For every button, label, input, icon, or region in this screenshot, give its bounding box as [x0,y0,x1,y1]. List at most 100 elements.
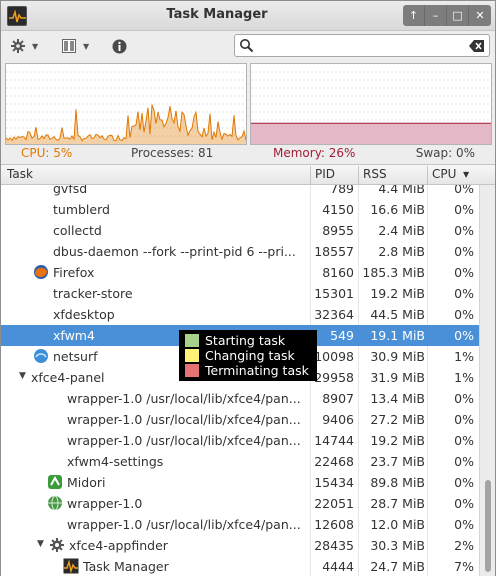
column-header-rss[interactable]: RSS [363,167,387,181]
expander-chevron-down-icon[interactable]: ▼ [19,371,26,381]
task-pid: 14744 [314,433,354,448]
table-row[interactable]: wrapper-1.0 /usr/local/lib/xfce4/pan... 1… [1,514,479,535]
expander-chevron-down-icon[interactable]: ▼ [37,539,44,549]
vertical-scrollbar[interactable] [479,185,495,576]
task-rss: 19.2 MiB [370,286,425,301]
column-separator[interactable] [358,166,359,184]
cpu-usage-label: CPU: 5% [21,146,73,160]
gear-icon [11,39,25,53]
legend-label: Starting task [205,333,286,348]
process-count-label: Processes: 81 [131,146,214,160]
task-cpu: 0% [454,265,474,280]
task-pid: 15434 [314,475,354,490]
legend-item-starting: Starting task [183,333,313,348]
task-cpu: 0% [454,517,474,532]
maximize-icon[interactable]: □ [447,5,469,26]
gear-small-icon [50,538,64,552]
task-rss: 19.1 MiB [370,328,425,343]
table-row[interactable]: tracker-store 15301 19.2 MiB 0% [1,283,479,304]
task-name: xfwm4-settings [67,454,164,469]
column-separator[interactable] [427,166,428,184]
task-cpu: 7% [454,559,474,574]
task-color-legend-tooltip: Starting task Changing task Terminating … [179,330,317,381]
close-icon[interactable]: ✕ [469,5,491,26]
table-header: Task PID RSS CPU ▼ [1,165,495,185]
task-cpu: 0% [454,223,474,238]
task-pid: 8160 [322,265,354,280]
task-rss: 16.6 MiB [370,202,425,217]
about-button[interactable] [112,36,127,56]
task-cpu: 0% [454,286,474,301]
task-name: Task Manager [83,559,169,574]
task-name: wrapper-1.0 /usr/local/lib/xfce4/pan... [67,412,301,427]
sort-descending-icon: ▼ [463,170,470,179]
table-row[interactable]: tumblerd 4150 16.6 MiB 0% [1,199,479,220]
task-rss: 23.7 MiB [370,454,425,469]
search-field[interactable] [234,34,490,57]
task-name: wrapper-1.0 /usr/local/lib/xfce4/pan... [67,433,301,448]
clear-search-icon[interactable] [469,40,485,52]
column-header-task[interactable]: Task [7,167,33,181]
task-manager-window: Task Manager ↑ – □ ✕ ▼ ▼ CPU: 5% Process… [0,0,496,576]
task-pid: 15301 [314,286,354,301]
task-name: gvfsd [53,185,88,196]
task-pid: 18557 [314,244,354,259]
task-name: Midori [67,475,106,490]
task-pid: 12608 [314,517,354,532]
task-rss: 89.8 MiB [370,475,425,490]
minimize-icon[interactable]: – [425,5,447,26]
task-rss: 2.4 MiB [378,223,425,238]
legend-label: Changing task [205,348,295,363]
task-cpu: 1% [454,370,474,385]
table-row[interactable]: Midori 15434 89.8 MiB 0% [1,472,479,493]
task-cpu: 0% [454,433,474,448]
window-controls: ↑ – □ ✕ [403,5,491,27]
column-header-cpu[interactable]: CPU [432,167,456,181]
task-pid: 789 [330,185,354,196]
table-row[interactable]: wrapper-1.0 /usr/local/lib/xfce4/pan... 8… [1,388,479,409]
scrollbar-thumb[interactable] [485,480,491,572]
table-row[interactable]: wrapper-1.0 22051 28.7 MiB 0% [1,493,479,514]
up-arrow-icon[interactable]: ↑ [403,5,425,26]
cpu-graph [5,63,247,145]
task-rss: 30.9 MiB [370,349,425,364]
table-row[interactable]: xfwm4-settings 22468 23.7 MiB 0% [1,451,479,472]
legend-item-terminating: Terminating task [183,363,313,378]
view-menu-button[interactable]: ▼ [62,36,89,56]
table-row[interactable]: Firefox 8160 185.3 MiB 0% [1,262,479,283]
table-row[interactable]: gvfsd 789 4.4 MiB 0% [1,185,479,199]
task-pid: 4444 [322,559,354,574]
table-row[interactable]: xfdesktop 32364 44.5 MiB 0% [1,304,479,325]
settings-menu-button[interactable]: ▼ [11,36,38,56]
task-pid: 8907 [322,391,354,406]
task-pid: 8955 [322,223,354,238]
table-row[interactable]: Task Manager 4444 24.7 MiB 7% [1,556,479,576]
task-cpu: 1% [454,349,474,364]
task-cpu: 0% [454,391,474,406]
title-bar[interactable]: Task Manager ↑ – □ ✕ [1,1,495,31]
task-rss: 13.4 MiB [370,391,425,406]
table-row[interactable]: dbus-daemon --fork --print-pid 6 --pri..… [1,241,479,262]
column-header-pid[interactable]: PID [315,167,335,181]
legend-swatch [185,349,199,362]
table-row[interactable]: ▼ xfce4-appfinder 28435 30.3 MiB 2% [1,535,479,556]
task-pid: 22051 [314,496,354,511]
table-row[interactable]: wrapper-1.0 /usr/local/lib/xfce4/pan... 9… [1,409,479,430]
legend-swatch [185,334,199,347]
task-rss: 30.3 MiB [370,538,425,553]
task-cpu: 0% [454,185,474,196]
table-row[interactable]: collectd 8955 2.4 MiB 0% [1,220,479,241]
memory-history-chart [251,71,491,144]
search-input[interactable] [257,37,467,54]
task-cpu: 2% [454,538,474,553]
window-title: Task Manager [166,7,268,22]
task-rss: 2.8 MiB [378,244,425,259]
info-icon [112,39,127,53]
column-separator[interactable] [310,166,311,184]
chevron-down-icon: ▼ [32,41,39,51]
legend-label: Terminating task [205,363,309,378]
task-cpu: 0% [454,496,474,511]
task-pid: 28435 [314,538,354,553]
table-row[interactable]: wrapper-1.0 /usr/local/lib/xfce4/pan... 1… [1,430,479,451]
task-rss: 28.7 MiB [370,496,425,511]
